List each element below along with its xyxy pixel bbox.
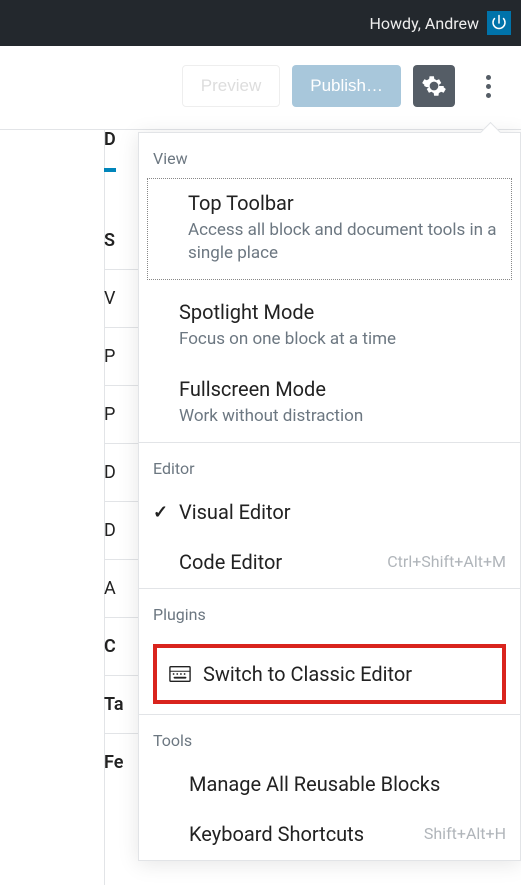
tab-document[interactable]: D — [104, 129, 116, 172]
menu-item-visual-editor[interactable]: ✓ Visual Editor — [139, 488, 520, 538]
menu-item-keyboard-shortcuts[interactable]: Keyboard Shortcuts Shift+Alt+H — [139, 810, 520, 860]
more-menu-button[interactable] — [467, 65, 509, 107]
kebab-icon — [486, 75, 491, 98]
divider — [0, 129, 521, 130]
section-label-tools: Tools — [139, 715, 520, 760]
menu-item-title: Top Toolbar — [188, 191, 497, 215]
menu-item-spotlight-mode[interactable]: Spotlight Mode Focus on one block at a t… — [139, 288, 520, 365]
check-icon: ✓ — [153, 502, 168, 523]
settings-button[interactable] — [413, 65, 455, 107]
keyboard-shortcut: Shift+Alt+H — [424, 824, 506, 843]
menu-item-code-editor[interactable]: Code Editor Ctrl+Shift+Alt+M — [139, 538, 520, 588]
menu-item-top-toolbar[interactable]: Top Toolbar Access all block and documen… — [147, 178, 512, 280]
keyboard-shortcut: Ctrl+Shift+Alt+M — [387, 552, 506, 571]
menu-item-desc: Access all block and document tools in a… — [188, 219, 497, 265]
menu-item-title: Fullscreen Mode — [179, 377, 506, 401]
publish-button[interactable]: Publish… — [292, 65, 401, 107]
greeting-text[interactable]: Howdy, Andrew — [369, 14, 479, 33]
menu-item-title: Switch to Classic Editor — [203, 662, 412, 686]
section-label-plugins: Plugins — [139, 589, 520, 634]
more-menu-dropdown: View Top Toolbar Access all block and do… — [138, 132, 521, 861]
admin-bar: Howdy, Andrew — [0, 0, 521, 46]
editor-toolbar: Preview Publish… — [0, 46, 521, 126]
menu-item-desc: Work without distraction — [179, 405, 506, 428]
menu-item-reusable-blocks[interactable]: Manage All Reusable Blocks — [139, 760, 520, 810]
menu-item-title: Spotlight Mode — [179, 300, 506, 324]
user-avatar[interactable] — [487, 11, 511, 35]
section-label-editor: Editor — [139, 443, 520, 488]
menu-item-title: Manage All Reusable Blocks — [189, 772, 506, 796]
section-label-view: View — [139, 133, 520, 178]
keyboard-icon — [169, 665, 191, 683]
menu-item-desc: Focus on one block at a time — [179, 328, 506, 351]
menu-item-switch-classic-editor[interactable]: Switch to Classic Editor — [153, 644, 506, 704]
preview-button[interactable]: Preview — [182, 65, 280, 107]
menu-item-title: Visual Editor — [179, 500, 506, 524]
power-icon — [490, 14, 508, 32]
gear-icon — [421, 73, 447, 99]
menu-item-fullscreen-mode[interactable]: Fullscreen Mode Work without distraction — [139, 365, 520, 442]
